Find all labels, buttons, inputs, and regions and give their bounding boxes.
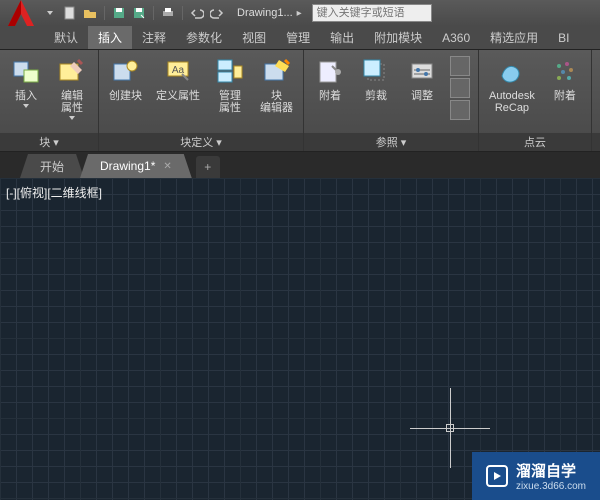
tab-view[interactable]: 视图 xyxy=(232,26,276,49)
insert-button[interactable]: 插入 xyxy=(6,54,46,129)
undo-icon[interactable] xyxy=(189,5,205,21)
create-block-button[interactable]: 创建块 xyxy=(105,54,146,129)
panel-block: 插入 编辑 属性 块 ▾ xyxy=(0,50,99,151)
play-icon xyxy=(486,465,508,487)
adjust-button[interactable]: 调整 xyxy=(402,54,442,129)
panel-block-definition: 创建块 Aa 定义属性 管理 属性 块 编辑器 块定义 ▾ xyxy=(99,50,304,151)
doctab-start[interactable]: 开始 xyxy=(20,154,84,178)
panel-title-pointcloud[interactable]: 点云 xyxy=(479,133,591,151)
drawing-canvas[interactable]: [-][俯视][二维线框] 溜溜自学 zixue.3d66.com xyxy=(0,178,600,500)
tab-annotate[interactable]: 注释 xyxy=(132,26,176,49)
viewport-label[interactable]: [-][俯视][二维线框] xyxy=(6,184,102,201)
watermark: 溜溜自学 zixue.3d66.com xyxy=(472,452,600,500)
block-editor-button[interactable]: 块 编辑器 xyxy=(256,54,297,129)
document-tabs: 开始 Drawing1* ✕ + xyxy=(0,152,600,178)
redo-icon[interactable] xyxy=(209,5,225,21)
ribbon-tabs: 默认 插入 注释 参数化 视图 管理 输出 附加模块 A360 精选应用 BI xyxy=(0,26,600,50)
panel-title-blockdef[interactable]: 块定义 ▾ xyxy=(99,133,303,151)
tab-manage[interactable]: 管理 xyxy=(276,26,320,49)
ref-small-2[interactable] xyxy=(450,78,470,98)
panel-title-overflow xyxy=(592,133,600,151)
tab-featured[interactable]: 精选应用 xyxy=(480,26,548,49)
edit-attr-icon xyxy=(56,56,88,88)
define-attr-icon: Aa xyxy=(162,56,194,88)
panel-reference: 附着 剪裁 调整 参照 ▾ xyxy=(304,50,479,151)
attach-cloud-icon xyxy=(549,56,581,88)
ref-small-3[interactable] xyxy=(450,100,470,120)
tab-parametric[interactable]: 参数化 xyxy=(176,26,232,49)
ref-small-1[interactable] xyxy=(450,56,470,76)
tab-addins[interactable]: 附加模块 xyxy=(364,26,432,49)
attach-icon xyxy=(314,56,346,88)
tab-default[interactable]: 默认 xyxy=(44,26,88,49)
edit-attributes-button[interactable]: 编辑 属性 xyxy=(52,54,92,129)
tab-a360[interactable]: A360 xyxy=(432,26,480,49)
titlebar: Drawing1... ▸ xyxy=(0,0,600,26)
create-block-icon xyxy=(110,56,142,88)
define-attributes-button[interactable]: Aa 定义属性 xyxy=(152,54,204,129)
panel-pointcloud: Autodesk ReCap 附着 点云 xyxy=(479,50,592,151)
clip-button[interactable]: 剪裁 xyxy=(356,54,396,129)
panel-overflow xyxy=(592,50,600,151)
ribbon: 插入 编辑 属性 块 ▾ 创建块 Aa 定义属性 管理 属性 xyxy=(0,50,600,152)
search-input[interactable] xyxy=(312,4,432,22)
attach-pointcloud-button[interactable]: 附着 xyxy=(545,54,585,129)
manage-attributes-button[interactable]: 管理 属性 xyxy=(210,54,250,129)
tab-output[interactable]: 输出 xyxy=(320,26,364,49)
add-tab-button[interactable]: + xyxy=(196,156,220,178)
attach-button[interactable]: 附着 xyxy=(310,54,350,129)
recap-icon xyxy=(496,56,528,88)
adjust-icon xyxy=(406,56,438,88)
open-icon[interactable] xyxy=(82,5,98,21)
panel-title-reference[interactable]: 参照 ▾ xyxy=(304,133,478,151)
qat-dropdown[interactable] xyxy=(42,5,58,21)
manage-attr-icon xyxy=(214,56,246,88)
print-icon[interactable] xyxy=(160,5,176,21)
save-icon[interactable] xyxy=(111,5,127,21)
chevron-down-icon xyxy=(69,116,75,120)
doctab-drawing1[interactable]: Drawing1* ✕ xyxy=(80,154,192,178)
document-title: Drawing1... xyxy=(237,7,293,19)
block-editor-icon xyxy=(261,56,293,88)
close-icon[interactable]: ✕ xyxy=(163,161,171,172)
new-icon[interactable] xyxy=(62,5,78,21)
tab-insert[interactable]: 插入 xyxy=(88,26,132,49)
insert-block-icon xyxy=(10,56,42,88)
recap-button[interactable]: Autodesk ReCap xyxy=(485,54,539,129)
panel-title-block[interactable]: 块 ▾ xyxy=(0,133,98,151)
app-logo[interactable] xyxy=(4,0,38,30)
title-arrow-icon[interactable]: ▸ xyxy=(297,8,302,19)
chevron-down-icon xyxy=(23,104,29,108)
saveas-icon[interactable] xyxy=(131,5,147,21)
clip-icon xyxy=(360,56,392,88)
tab-bi[interactable]: BI xyxy=(548,26,579,49)
